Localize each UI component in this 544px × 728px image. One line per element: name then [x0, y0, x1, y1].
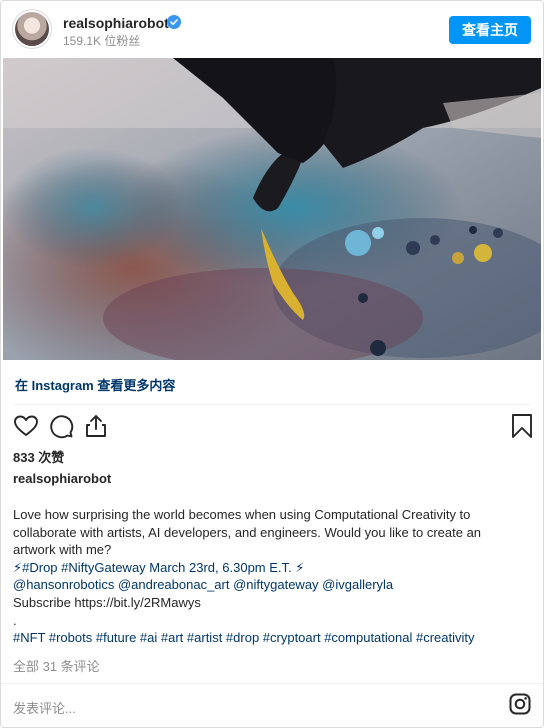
caption-line: Love how surprising the world becomes wh… — [13, 507, 471, 522]
instagram-logo-icon[interactable] — [509, 693, 531, 715]
view-profile-button[interactable]: 查看主页 — [449, 16, 531, 44]
post-header: realsophiarobot 159.1K 位粉丝 查看主页 — [1, 1, 543, 57]
caption-author[interactable]: realsophiarobot — [13, 471, 111, 486]
share-icon[interactable] — [83, 413, 109, 439]
view-all-comments-link[interactable]: 全部 31 条评论 — [13, 656, 100, 675]
caption-hashtags-line[interactable]: #NFT #robots #future #ai #art #artist #d… — [13, 630, 475, 645]
instagram-embed-card: realsophiarobot 159.1K 位粉丝 查看主页 在 Instag… — [0, 0, 544, 728]
username[interactable]: realsophiarobot — [63, 15, 169, 31]
caption-line: collaborate with artists, AI developers,… — [13, 524, 482, 540]
caption-line: artwork with me? — [13, 542, 112, 558]
divider — [13, 404, 531, 405]
divider — [1, 683, 543, 684]
post-caption: Love how surprising the world becomes wh… — [13, 506, 531, 647]
comment-icon[interactable] — [48, 413, 74, 439]
caption-line: Subscribe https://bit.ly/2RMawys — [13, 594, 201, 610]
caption-mentions-line[interactable]: @hansonrobotics @andreabonac_art @niftyg… — [13, 577, 393, 592]
painting-image — [3, 58, 541, 360]
view-more-on-instagram-link[interactable]: 在 Instagram 查看更多内容 — [15, 375, 175, 394]
bookmark-icon[interactable] — [509, 413, 535, 439]
verified-badge-icon — [167, 15, 181, 29]
caption-hashtags-line[interactable]: ⚡#Drop #NiftyGateway March 23rd, 6.30pm … — [13, 560, 304, 575]
heart-icon[interactable] — [13, 413, 39, 439]
post-image[interactable] — [3, 58, 541, 360]
caption-line: . — [13, 612, 17, 628]
avatar[interactable] — [15, 12, 49, 46]
follower-count: 159.1K 位粉丝 — [63, 34, 141, 48]
add-comment-input[interactable]: 发表评论... — [13, 698, 76, 717]
like-count[interactable]: 833 次赞 — [13, 447, 64, 466]
